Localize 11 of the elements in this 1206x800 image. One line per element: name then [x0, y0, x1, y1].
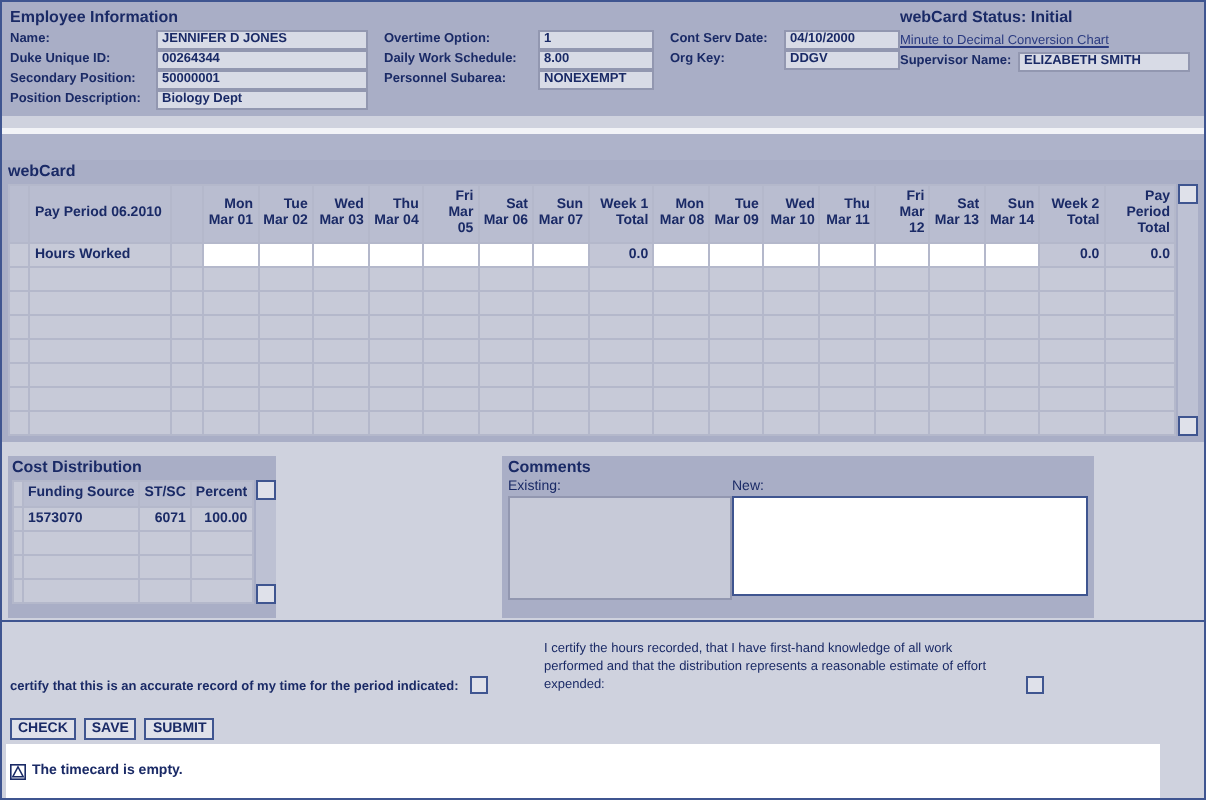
- new-comment-field[interactable]: [732, 496, 1088, 596]
- checkbox[interactable]: [470, 676, 489, 694]
- checkbox[interactable]: [1026, 676, 1044, 694]
- scrollbar[interactable]: [1178, 184, 1198, 436]
- panel-title: Employee Information: [10, 8, 181, 26]
- status-title: webCard Status: Initial: [900, 8, 1075, 26]
- scrollbar[interactable]: [255, 480, 276, 604]
- panel-title: Comments: [508, 458, 593, 476]
- warning-icon: [10, 763, 26, 779]
- panel-title: Cost Distribution: [12, 458, 144, 476]
- panel-title: webCard: [8, 162, 78, 180]
